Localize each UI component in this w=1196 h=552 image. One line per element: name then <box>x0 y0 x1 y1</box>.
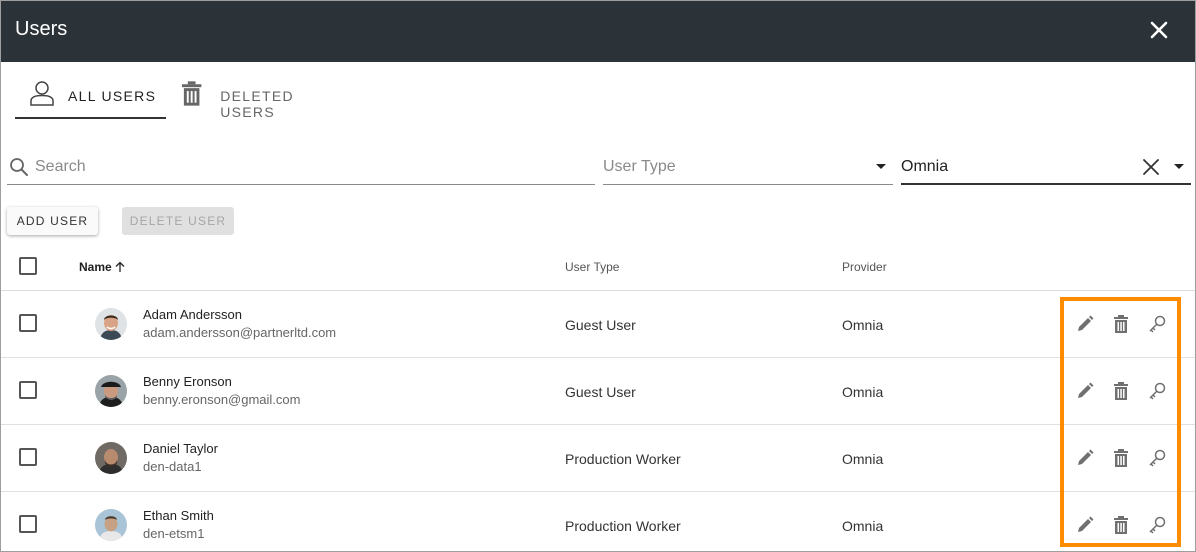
pencil-icon[interactable] <box>1075 515 1095 535</box>
key-icon[interactable] <box>1147 314 1167 334</box>
pencil-icon[interactable] <box>1075 448 1095 468</box>
table-row[interactable]: Daniel Taylor den-data1 Production Worke… <box>1 425 1195 492</box>
user-outline-icon <box>30 81 54 106</box>
trash-icon <box>181 81 202 106</box>
avatar <box>95 308 127 340</box>
avatar <box>95 375 127 407</box>
users-dialog: Users ALL USERS DELETED USERS Search Use… <box>0 0 1196 552</box>
user-email: den-etsm1 <box>143 526 205 541</box>
column-header-name[interactable]: Name <box>79 260 126 274</box>
user-provider: Omnia <box>842 317 884 333</box>
select-all-checkbox[interactable] <box>19 257 37 275</box>
trash-icon[interactable] <box>1111 314 1131 334</box>
row-checkbox[interactable] <box>19 381 37 399</box>
tab-deleted-users[interactable]: DELETED USERS <box>180 79 350 120</box>
user-email: den-data1 <box>143 459 202 474</box>
dialog-title: Users <box>15 18 68 40</box>
trash-icon[interactable] <box>1111 381 1131 401</box>
delete-user-button[interactable]: DELETE USER <box>122 207 234 235</box>
key-icon[interactable] <box>1147 515 1167 535</box>
avatar <box>95 509 127 541</box>
user-type: Production Worker <box>565 518 681 534</box>
user-name: Adam Andersson <box>143 307 243 322</box>
search-input[interactable] <box>35 156 575 178</box>
user-type: Production Worker <box>565 451 681 467</box>
search-icon <box>10 158 28 176</box>
table-row[interactable]: Adam Andersson adam.andersson@partnerltd… <box>1 291 1195 358</box>
clear-icon[interactable] <box>1141 157 1161 177</box>
user-type: Guest User <box>565 384 636 400</box>
column-header-user-type[interactable]: User Type <box>565 260 619 274</box>
user-name: Benny Eronson <box>143 374 232 389</box>
user-provider: Omnia <box>842 451 884 467</box>
dialog-header: Users <box>1 1 1195 62</box>
table-row[interactable]: Ethan Smith den-etsm1 Production Worker … <box>1 492 1195 551</box>
user-provider: Omnia <box>842 518 884 534</box>
pencil-icon[interactable] <box>1075 381 1095 401</box>
trash-icon[interactable] <box>1111 515 1131 535</box>
key-icon[interactable] <box>1147 448 1167 468</box>
key-icon[interactable] <box>1147 381 1167 401</box>
trash-icon[interactable] <box>1111 448 1131 468</box>
tab-all-users[interactable]: ALL USERS <box>15 79 166 119</box>
user-type: Guest User <box>565 317 636 333</box>
pencil-icon[interactable] <box>1075 314 1095 334</box>
tab-all-users-label: ALL USERS <box>68 88 157 104</box>
row-checkbox[interactable] <box>19 314 37 332</box>
user-name: Ethan Smith <box>143 508 214 523</box>
search-field <box>7 151 595 185</box>
add-user-button[interactable]: ADD USER <box>7 207 98 235</box>
user-type-placeholder: User Type <box>603 158 676 175</box>
user-type-select[interactable]: User Type <box>603 151 893 185</box>
column-header-provider[interactable]: Provider <box>842 260 887 274</box>
column-header-name-label: Name <box>79 260 112 274</box>
row-checkbox[interactable] <box>19 448 37 466</box>
user-email: benny.eronson@gmail.com <box>143 392 301 407</box>
tab-deleted-users-label: DELETED USERS <box>220 88 294 120</box>
arrow-up-icon <box>115 261 125 272</box>
row-checkbox[interactable] <box>19 515 37 533</box>
close-button[interactable] <box>1145 16 1173 44</box>
avatar <box>95 442 127 474</box>
chevron-down-icon <box>1174 164 1184 169</box>
user-name: Daniel Taylor <box>143 441 218 456</box>
close-icon <box>1150 21 1168 39</box>
provider-select[interactable]: Omnia <box>901 151 1191 185</box>
table-row[interactable]: Benny Eronson benny.eronson@gmail.com Gu… <box>1 358 1195 425</box>
provider-value: Omnia <box>901 158 949 175</box>
user-provider: Omnia <box>842 384 884 400</box>
user-email: adam.andersson@partnerltd.com <box>143 325 337 340</box>
chevron-down-icon <box>876 164 886 169</box>
